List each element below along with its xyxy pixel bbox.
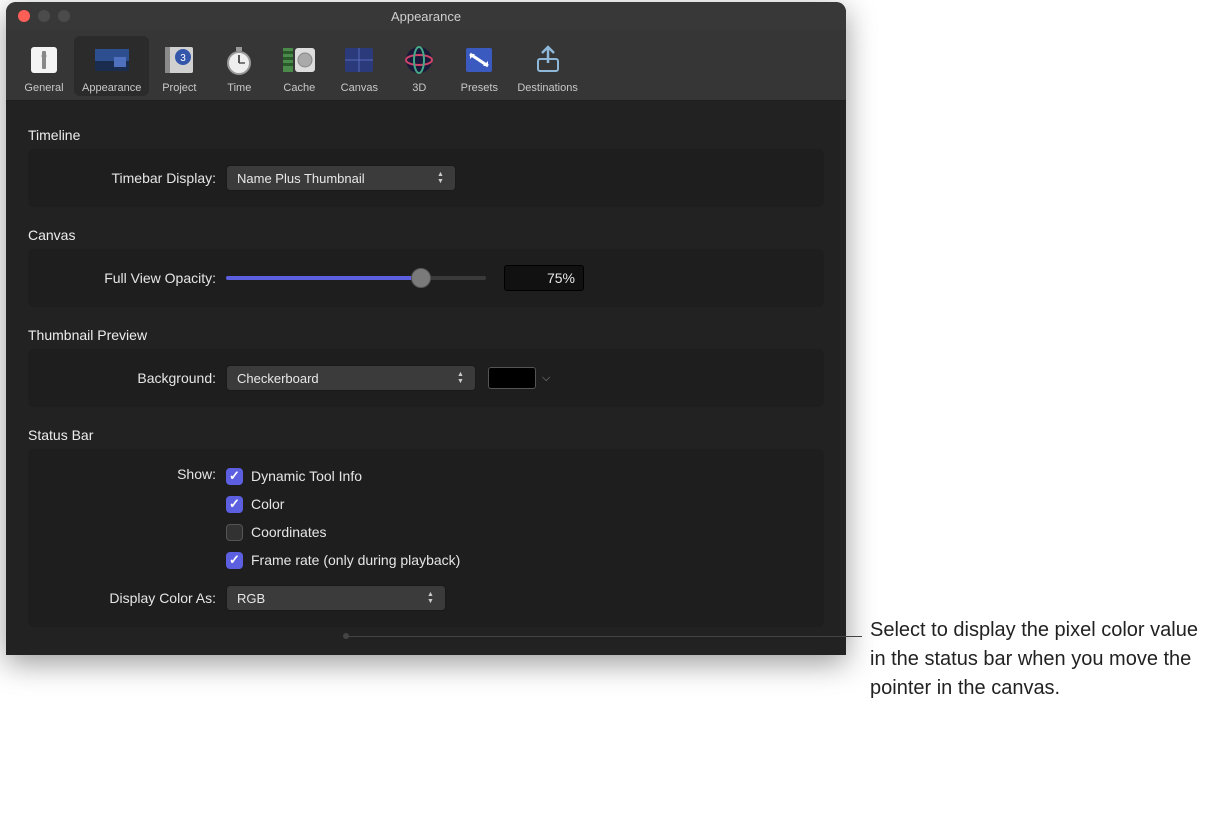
appearance-icon xyxy=(92,40,132,80)
content-area: Timeline Timebar Display: Name Plus Thum… xyxy=(6,101,846,655)
select-value: Checkerboard xyxy=(237,371,319,386)
3d-icon xyxy=(399,40,439,80)
callout-line xyxy=(346,636,862,637)
tab-label: 3D xyxy=(412,82,426,94)
section-title-timeline: Timeline xyxy=(28,127,824,143)
check-label: Frame rate (only during playback) xyxy=(251,552,460,568)
tab-label: Cache xyxy=(283,82,315,94)
section-statusbar: Show: ✓ Dynamic Tool Info ✓ Color Coordi… xyxy=(28,449,824,627)
minimize-button[interactable] xyxy=(38,10,50,22)
tab-label: Canvas xyxy=(341,82,378,94)
select-value: Name Plus Thumbnail xyxy=(237,171,365,186)
slider-thumb[interactable] xyxy=(411,268,431,288)
preferences-toolbar: General Appearance 3 Project Time Cache xyxy=(6,30,846,101)
tab-label: Appearance xyxy=(82,82,141,94)
tab-canvas[interactable]: Canvas xyxy=(329,36,389,96)
display-color-as-label: Display Color As: xyxy=(46,590,226,606)
section-title-canvas: Canvas xyxy=(28,227,824,243)
select-value: RGB xyxy=(237,591,265,606)
section-title-statusbar: Status Bar xyxy=(28,427,824,443)
zoom-button[interactable] xyxy=(58,10,70,22)
background-label: Background: xyxy=(46,370,226,386)
timebar-display-select[interactable]: Name Plus Thumbnail ▲▼ xyxy=(226,165,456,191)
tab-cache[interactable]: Cache xyxy=(269,36,329,96)
time-icon xyxy=(219,40,259,80)
tab-label: Time xyxy=(227,82,251,94)
tab-appearance[interactable]: Appearance xyxy=(74,36,149,96)
window-title: Appearance xyxy=(6,9,846,24)
close-button[interactable] xyxy=(18,10,30,22)
titlebar: Appearance xyxy=(6,2,846,30)
opacity-value-field[interactable]: 75% xyxy=(504,265,584,291)
tab-3d[interactable]: 3D xyxy=(389,36,449,96)
tab-general[interactable]: General xyxy=(14,36,74,96)
section-canvas: Full View Opacity: 75% xyxy=(28,249,824,307)
coordinates-checkbox[interactable] xyxy=(226,524,243,541)
traffic-lights xyxy=(6,10,70,22)
background-color-swatch[interactable] xyxy=(488,367,536,389)
opacity-value-text: 75% xyxy=(547,270,575,286)
tab-presets[interactable]: Presets xyxy=(449,36,509,96)
show-label: Show: xyxy=(46,463,226,482)
opacity-slider[interactable] xyxy=(226,276,486,280)
stepper-icon: ▲▼ xyxy=(437,166,451,190)
timebar-display-label: Timebar Display: xyxy=(46,170,226,186)
tab-label: Project xyxy=(162,82,196,94)
stepper-icon: ▲▼ xyxy=(427,586,441,610)
chevron-down-icon[interactable]: ⌵ xyxy=(542,372,550,385)
stepper-icon: ▲▼ xyxy=(457,366,471,390)
tab-label: Presets xyxy=(461,82,498,94)
tab-label: Destinations xyxy=(517,82,578,94)
svg-text:3: 3 xyxy=(181,53,187,64)
destinations-icon xyxy=(528,40,568,80)
project-icon: 3 xyxy=(159,40,199,80)
slider-fill xyxy=(226,276,421,280)
canvas-icon xyxy=(339,40,379,80)
dynamic-tool-info-checkbox[interactable]: ✓ xyxy=(226,468,243,485)
cache-icon xyxy=(279,40,319,80)
section-title-thumbnail: Thumbnail Preview xyxy=(28,327,824,343)
check-label: Dynamic Tool Info xyxy=(251,468,362,484)
tab-time[interactable]: Time xyxy=(209,36,269,96)
display-color-as-select[interactable]: RGB ▲▼ xyxy=(226,585,446,611)
background-select[interactable]: Checkerboard ▲▼ xyxy=(226,365,476,391)
section-thumbnail: Background: Checkerboard ▲▼ ⌵ xyxy=(28,349,824,407)
frame-rate-checkbox[interactable]: ✓ xyxy=(226,552,243,569)
opacity-label: Full View Opacity: xyxy=(46,270,226,286)
check-label: Coordinates xyxy=(251,524,327,540)
tab-label: General xyxy=(24,82,63,94)
tab-destinations[interactable]: Destinations xyxy=(509,36,586,96)
presets-icon xyxy=(459,40,499,80)
tab-project[interactable]: 3 Project xyxy=(149,36,209,96)
callout-text: Select to display the pixel color value … xyxy=(870,616,1215,703)
check-label: Color xyxy=(251,496,284,512)
color-checkbox[interactable]: ✓ xyxy=(226,496,243,513)
section-timeline: Timebar Display: Name Plus Thumbnail ▲▼ xyxy=(28,149,824,207)
preferences-window: Appearance General Appearance 3 Project … xyxy=(6,2,846,655)
general-icon xyxy=(24,40,64,80)
